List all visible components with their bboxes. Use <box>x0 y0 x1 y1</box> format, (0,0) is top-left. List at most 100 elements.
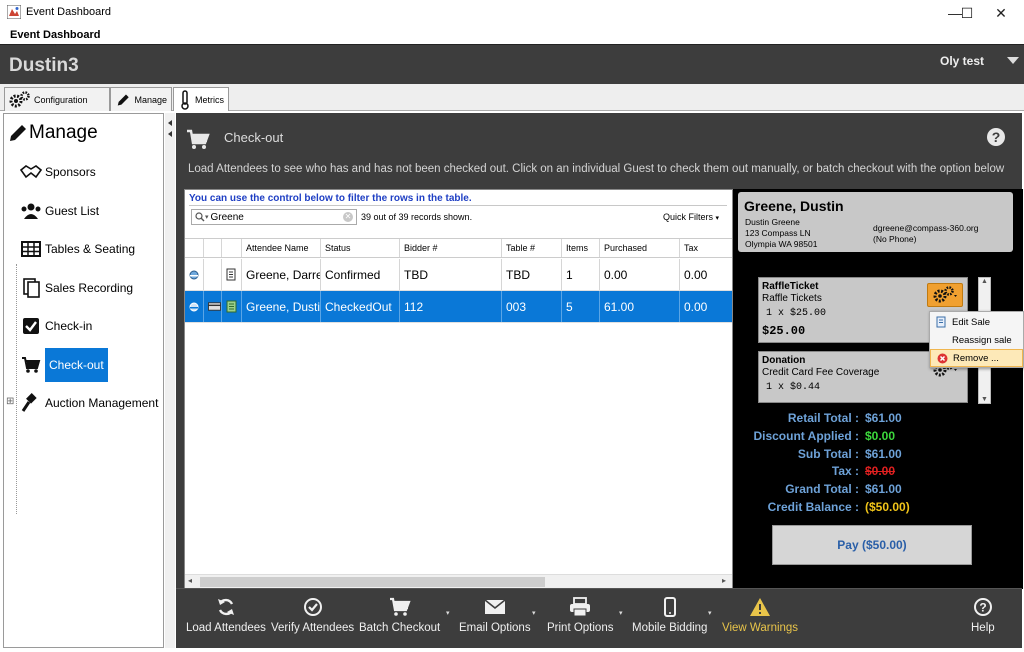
search-value: Greene <box>210 211 244 223</box>
total-value: $0.00 <box>865 464 896 478</box>
sidebar-item-label: Check-in <box>45 319 93 333</box>
user-menu-caret-icon[interactable] <box>1007 57 1019 64</box>
total-row-discount: Discount Applied : $0.00 <box>733 429 1023 447</box>
column-header-tax[interactable]: Tax <box>679 239 732 257</box>
cell-purchased: 0.00 <box>599 259 679 290</box>
records-count: 39 out of 39 records shown. <box>361 212 473 222</box>
sidebar-item-check-out[interactable]: Check-out <box>20 348 108 382</box>
guest-card: Greene, Dustin Dustin Greene 123 Compass… <box>738 192 1013 252</box>
print-options-dropdown-icon[interactable]: ▾ <box>619 609 623 617</box>
total-label: Retail Total : <box>787 411 859 425</box>
menu-item-label: Reassign sale <box>952 334 1012 346</box>
svg-text:?: ? <box>979 601 986 615</box>
checkbox-icon <box>20 316 42 336</box>
sidebar-item-tables-seating[interactable]: Tables & Seating <box>20 236 135 262</box>
instructions-text: Load Attendees to see who has and has no… <box>188 163 1005 175</box>
email-options-button[interactable]: Email Options <box>459 595 531 634</box>
column-header-icon2 <box>221 239 241 257</box>
checkout-panel: Check-out ? Load Attendees to see who ha… <box>176 113 1023 648</box>
sidebar-item-sales-recording[interactable]: Sales Recording <box>20 275 133 301</box>
menu-item-edit-sale[interactable]: Edit Sale <box>930 313 1023 331</box>
total-value: ($50.00) <box>865 500 910 514</box>
tab-configuration[interactable]: Configuration <box>4 87 110 111</box>
cell-purchased: 61.00 <box>599 291 679 322</box>
credit-card-icon <box>208 302 221 311</box>
close-button[interactable]: ✕ <box>978 0 1024 26</box>
item-options-button[interactable] <box>927 283 963 307</box>
item-price: $25.00 <box>762 324 806 338</box>
mobile-bidding-dropdown-icon[interactable]: ▾ <box>708 609 712 617</box>
column-header-bidder[interactable]: Bidder # <box>399 239 501 257</box>
print-options-button[interactable]: Print Options <box>547 595 613 634</box>
table-row[interactable]: Greene, Dustin CheckedOut 112 003 5 61.0… <box>185 291 732 323</box>
help-button[interactable]: ? Help <box>971 595 995 634</box>
cell-bidder: 112 <box>399 291 501 322</box>
pencil-icon <box>10 125 26 141</box>
item-context-menu: Edit Sale Reassign sale Remove ... <box>929 311 1024 368</box>
batch-checkout-dropdown-icon[interactable]: ▾ <box>446 609 450 617</box>
scroll-up-icon[interactable]: ▲ <box>981 278 988 285</box>
sidebar-item-auction-management[interactable]: Auction Management <box>20 390 158 416</box>
column-header-status[interactable]: Status <box>320 239 399 257</box>
total-value: $61.00 <box>865 411 902 425</box>
cell-table: 003 <box>501 291 561 322</box>
sidebar: Manage Sponsors Guest List Tables & Seat… <box>3 113 164 648</box>
event-name: Dustin3 <box>9 55 79 76</box>
sidebar-item-sponsors[interactable]: Sponsors <box>20 159 96 185</box>
users-icon <box>20 201 42 221</box>
horizontal-scrollbar[interactable]: ◂ ▸ <box>185 574 732 588</box>
column-header-name[interactable]: Attendee Name <box>241 239 320 257</box>
pay-button[interactable]: Pay ($50.00) <box>772 525 972 565</box>
collapse-arrow-icon[interactable] <box>167 119 173 139</box>
page-title: Check-out <box>224 130 284 145</box>
email-options-dropdown-icon[interactable]: ▾ <box>532 609 536 617</box>
menu-item-remove[interactable]: Remove ... <box>930 349 1023 367</box>
sidebar-splitter[interactable] <box>165 113 175 648</box>
sidebar-item-guest-list[interactable]: Guest List <box>20 198 99 224</box>
cell-bidder: TBD <box>399 259 501 290</box>
sidebar-item-check-in[interactable]: Check-in <box>20 313 92 339</box>
guest-email: dgreene@compass-360.org <box>873 223 979 233</box>
search-input[interactable]: ▾ Greene ✕ <box>191 209 357 225</box>
scroll-right-icon[interactable]: ▸ <box>722 576 726 585</box>
tab-manage[interactable]: Manage <box>110 87 172 111</box>
edit-document-icon <box>930 316 952 328</box>
guest-phone: (No Phone) <box>873 234 917 244</box>
user-name[interactable]: Oly test <box>940 54 984 68</box>
cell-name: Greene, Darren <box>241 259 320 290</box>
chevron-down-icon: ▾ <box>715 215 720 222</box>
load-attendees-button[interactable]: Load Attendees <box>186 595 266 634</box>
tab-bar: Configuration Manage Metrics <box>0 84 1024 111</box>
title-bar: Event Dashboard — ☐ ✕ <box>0 0 1024 26</box>
sidebar-title-label: Manage <box>29 122 98 143</box>
guest-address-line3: Olympia WA 98501 <box>745 239 818 249</box>
total-label: Credit Balance : <box>767 500 859 514</box>
help-circle-icon: ? <box>973 595 993 619</box>
verify-attendees-button[interactable]: Verify Attendees <box>271 595 354 634</box>
column-header-items[interactable]: Items <box>561 239 599 257</box>
item-quantity: 1 x $0.44 <box>766 382 821 393</box>
item-quantity: 1 x $25.00 <box>766 308 827 319</box>
clear-search-icon[interactable]: ✕ <box>343 212 353 222</box>
column-header-purchased[interactable]: Purchased <box>599 239 679 257</box>
scroll-left-icon[interactable]: ◂ <box>188 576 192 585</box>
menu-item-reassign-sale[interactable]: Reassign sale <box>930 331 1023 349</box>
mobile-bidding-button[interactable]: Mobile Bidding <box>632 595 707 634</box>
scroll-down-icon[interactable]: ▼ <box>981 396 988 403</box>
help-icon[interactable]: ? <box>987 128 1005 146</box>
batch-checkout-button[interactable]: Batch Checkout <box>359 595 440 634</box>
help-label: Help <box>971 622 995 634</box>
scrollbar-thumb[interactable] <box>200 577 545 587</box>
tab-metrics[interactable]: Metrics <box>173 87 229 111</box>
view-warnings-button[interactable]: View Warnings <box>722 595 798 634</box>
column-header-table[interactable]: Table # <box>501 239 561 257</box>
expand-icon[interactable]: ⊞ <box>6 396 14 407</box>
total-label: Sub Total : <box>797 447 859 461</box>
table-row[interactable]: Greene, Darren Confirmed TBD TBD 1 0.00 … <box>185 259 732 291</box>
guest-name: Greene, Dustin <box>744 198 844 214</box>
cart-icon <box>389 595 411 619</box>
quick-filters-label: Quick Filters <box>663 212 714 222</box>
warning-icon <box>749 595 771 619</box>
quick-filters-dropdown[interactable]: Quick Filters ▾ <box>663 212 719 222</box>
tree-line <box>16 264 17 514</box>
